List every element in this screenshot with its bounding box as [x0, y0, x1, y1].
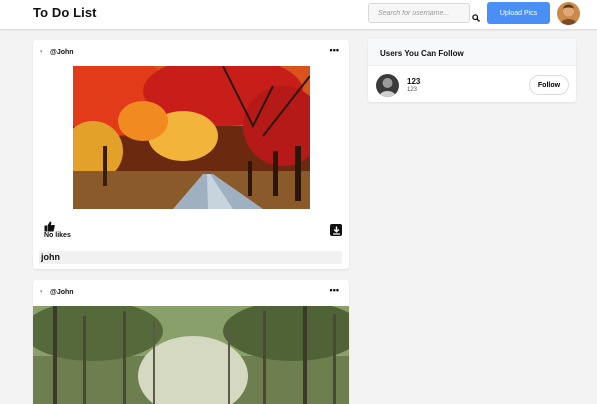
user-mini-icon: ▾ — [40, 289, 43, 295]
post-caption: john — [41, 252, 60, 262]
app-title: To Do List — [33, 5, 97, 20]
upload-pics-button[interactable]: Upload Pics — [487, 2, 550, 24]
follow-suggestions-panel: Users You Can Follow 123 123 Follow — [368, 39, 576, 102]
more-options-icon[interactable]: ••• — [330, 286, 339, 295]
suggested-user-handle: 123 — [407, 87, 418, 93]
thumbs-up-icon[interactable] — [44, 219, 55, 232]
like-count: No likes — [44, 232, 71, 239]
top-bar: To Do List Upload Pics — [0, 0, 597, 29]
follow-button[interactable]: Follow — [529, 75, 569, 95]
profile-avatar[interactable] — [557, 2, 580, 25]
search-input[interactable] — [368, 3, 470, 23]
post-card: ▾ @John ••• No likes john — [33, 40, 349, 269]
follow-panel-title: Users You Can Follow — [380, 49, 464, 58]
post-image — [73, 66, 310, 209]
post-author[interactable]: @John — [50, 289, 74, 296]
suggested-user-name[interactable]: 123 — [407, 77, 420, 86]
post-card: ▾ @John ••• — [33, 280, 349, 404]
follow-panel-header: Users You Can Follow — [368, 39, 576, 66]
post-header: ▾ @John ••• — [33, 280, 349, 304]
user-mini-icon: ▾ — [40, 49, 43, 55]
post-image — [33, 306, 349, 404]
post-header: ▾ @John ••• — [33, 40, 349, 64]
post-author[interactable]: @John — [50, 49, 74, 56]
more-options-icon[interactable]: ••• — [330, 46, 339, 55]
search-icon[interactable] — [472, 9, 480, 22]
download-icon[interactable] — [330, 224, 342, 236]
avatar[interactable] — [376, 74, 399, 97]
caption-area: john — [39, 251, 342, 264]
